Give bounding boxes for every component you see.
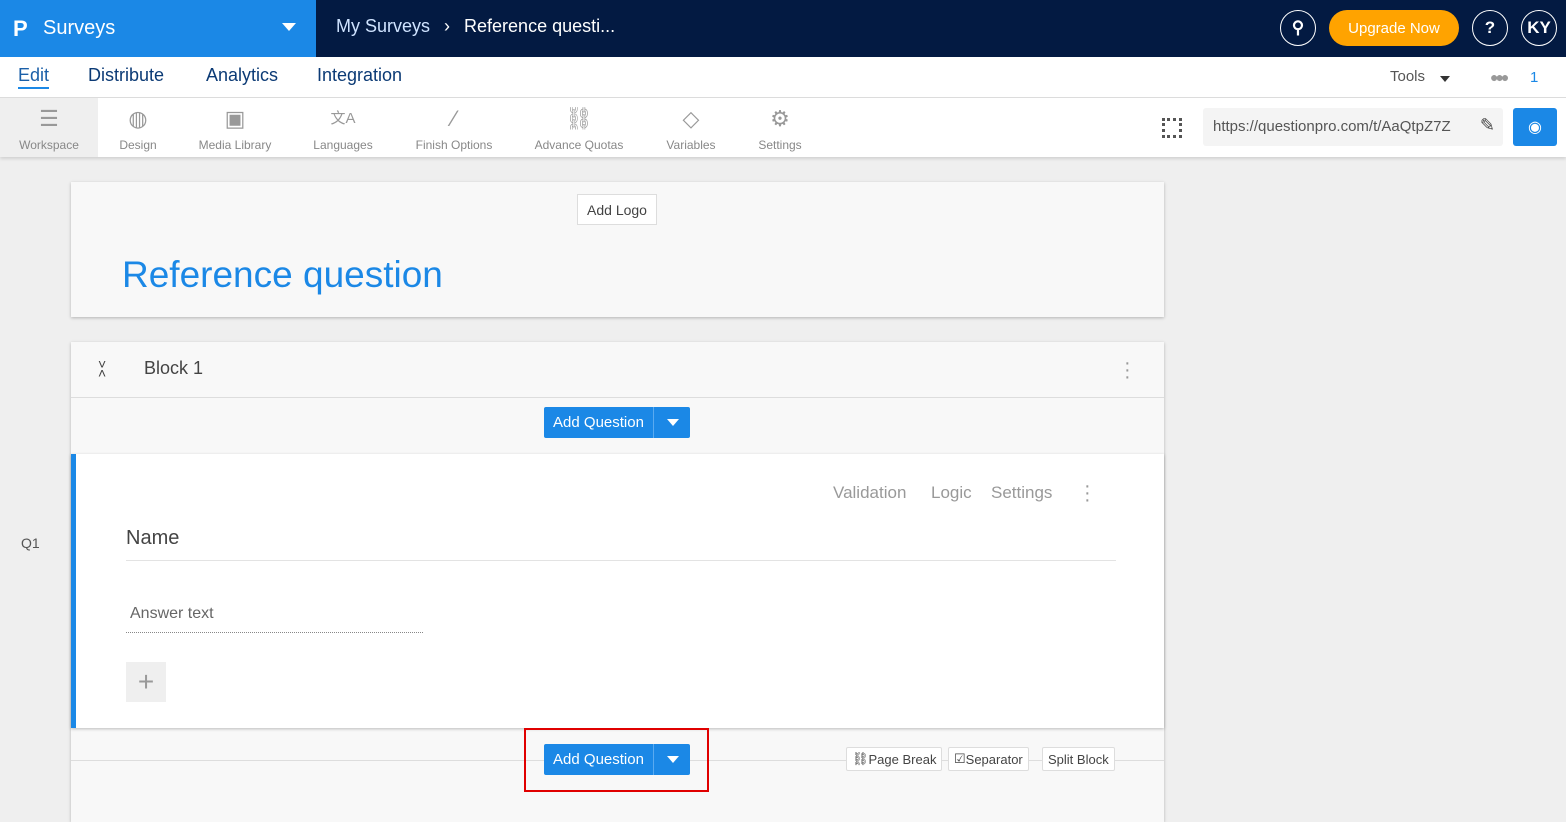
add-question-button-top[interactable]: Add Question xyxy=(544,407,690,438)
toolbar-variables[interactable]: ◇ Variables xyxy=(660,98,722,157)
chevron-right-icon: › xyxy=(444,16,451,36)
question-card: Validation Logic Settings · · · Name Answe… xyxy=(71,454,1164,728)
question-text[interactable]: Name xyxy=(126,527,179,550)
tab-edit[interactable]: Edit xyxy=(18,65,50,89)
toolbar-label: Settings xyxy=(758,138,802,152)
breadcrumb: My Surveys › Reference questi... xyxy=(336,16,615,37)
more-options-icon[interactable]: · · · xyxy=(1124,353,1131,387)
avatar[interactable]: KY xyxy=(1521,10,1557,46)
tab-integration[interactable]: Integration xyxy=(317,65,402,86)
tools-menu[interactable]: Tools xyxy=(1390,68,1425,85)
validation-link[interactable]: Validation xyxy=(833,483,906,503)
main-nav: Edit Distribute Analytics Integration To… xyxy=(0,57,1566,98)
toolbar-settings[interactable]: ⚙ Settings xyxy=(752,98,808,157)
palette-icon: ◍ xyxy=(128,106,148,131)
split-block-button[interactable]: Split Block xyxy=(1042,747,1115,771)
toolbar-label: Languages xyxy=(313,138,373,152)
chevron-down-icon[interactable] xyxy=(654,407,690,438)
product-switcher[interactable]: P Surveys xyxy=(0,0,316,57)
page-break-icon: ⛓ xyxy=(852,751,869,766)
toolbar-media-library[interactable]: ▣ Media Library xyxy=(190,98,280,157)
survey-url: https://questionpro.com/t/AaQtpZ7Z xyxy=(1213,118,1451,135)
preview-button[interactable]: ◉ xyxy=(1513,108,1557,146)
workspace-icon: ☰ xyxy=(39,106,59,131)
survey-url-field[interactable]: https://questionpro.com/t/AaQtpZ7Z ✎ xyxy=(1203,108,1503,146)
question-number: Q1 xyxy=(21,535,40,551)
search-button[interactable]: ⚲ xyxy=(1280,10,1316,46)
eye-icon: ◉ xyxy=(1528,119,1542,136)
separator-button[interactable]: ☑ Separator xyxy=(948,747,1029,771)
breadcrumb-current: Reference questi... xyxy=(464,16,616,36)
toolbar-label: Finish Options xyxy=(415,138,493,152)
chevron-down-icon xyxy=(1440,76,1450,82)
add-logo-button[interactable]: Add Logo xyxy=(577,194,657,225)
survey-title[interactable]: Reference question xyxy=(122,254,443,296)
separator-label: Separator xyxy=(965,751,1023,767)
translate-icon: 文A xyxy=(330,110,356,127)
toolbar-label: Variables xyxy=(666,138,716,152)
divider xyxy=(126,560,1116,561)
toolbar-design[interactable]: ◍ Design xyxy=(108,98,168,157)
toolbar-languages[interactable]: 文A Languages xyxy=(308,98,378,157)
qr-code-icon[interactable] xyxy=(1162,118,1182,138)
settings-link[interactable]: Settings xyxy=(991,483,1052,503)
chain-link-icon: ⛓ xyxy=(565,106,593,131)
toolbar-label: Advance Quotas xyxy=(534,138,624,152)
toolbar-label: Design xyxy=(119,138,157,152)
toolbar-advance-quotas[interactable]: ⛓ Advance Quotas xyxy=(528,98,630,157)
image-icon: ▣ xyxy=(224,106,246,131)
chevron-down-icon xyxy=(282,23,296,31)
collaborators-icon[interactable]: ●●● xyxy=(1490,69,1509,85)
plus-icon: + xyxy=(137,666,155,697)
toolbar-finish-options[interactable]: ⁄ Finish Options xyxy=(408,98,500,157)
toolbar-label: Media Library xyxy=(198,138,272,152)
toolbar: ☰ Workspace ◍ Design ▣ Media Library 文A Lang… xyxy=(0,98,1566,157)
tab-analytics[interactable]: Analytics xyxy=(206,65,278,86)
collaborators-count: 1 xyxy=(1530,69,1539,86)
help-button[interactable]: ? xyxy=(1472,10,1508,46)
tag-icon: ◇ xyxy=(682,106,700,131)
app-name: Surveys xyxy=(43,17,116,39)
add-question-label[interactable]: Add Question xyxy=(544,407,654,438)
search-icon: ⚲ xyxy=(1291,18,1305,37)
magic-wand-icon: ⁄ xyxy=(452,106,456,131)
survey-header-card: Add Logo Reference question xyxy=(71,182,1164,317)
top-bar: P Surveys My Surveys › Reference questi.… xyxy=(0,0,1566,57)
toolbar-workspace[interactable]: ☰ Workspace xyxy=(0,98,98,157)
pencil-icon[interactable]: ✎ xyxy=(1479,115,1495,136)
logic-link[interactable]: Logic xyxy=(931,483,972,503)
highlight-box xyxy=(524,728,709,792)
tab-distribute[interactable]: Distribute xyxy=(88,65,164,86)
add-answer-button[interactable]: + xyxy=(126,662,166,702)
block-header: ˅ ˄ Block 1 · · · xyxy=(71,342,1164,398)
more-options-icon[interactable]: · · · xyxy=(1084,476,1091,510)
page-break-label: Page Break xyxy=(868,751,937,767)
checkbox-icon: ☑ xyxy=(954,751,966,766)
upgrade-now-button[interactable]: Upgrade Now xyxy=(1329,10,1459,46)
page-break-button[interactable]: ⛓ Page Break xyxy=(846,747,943,771)
block-name[interactable]: Block 1 xyxy=(144,358,203,379)
answer-text-field[interactable]: Answer text xyxy=(126,602,423,633)
questionpro-logo: P xyxy=(13,15,28,41)
toolbar-label: Workspace xyxy=(19,138,79,152)
breadcrumb-my-surveys[interactable]: My Surveys xyxy=(336,16,430,37)
collapse-icon[interactable]: ˅ ˄ xyxy=(98,357,106,380)
gear-icon: ⚙ xyxy=(770,106,790,131)
